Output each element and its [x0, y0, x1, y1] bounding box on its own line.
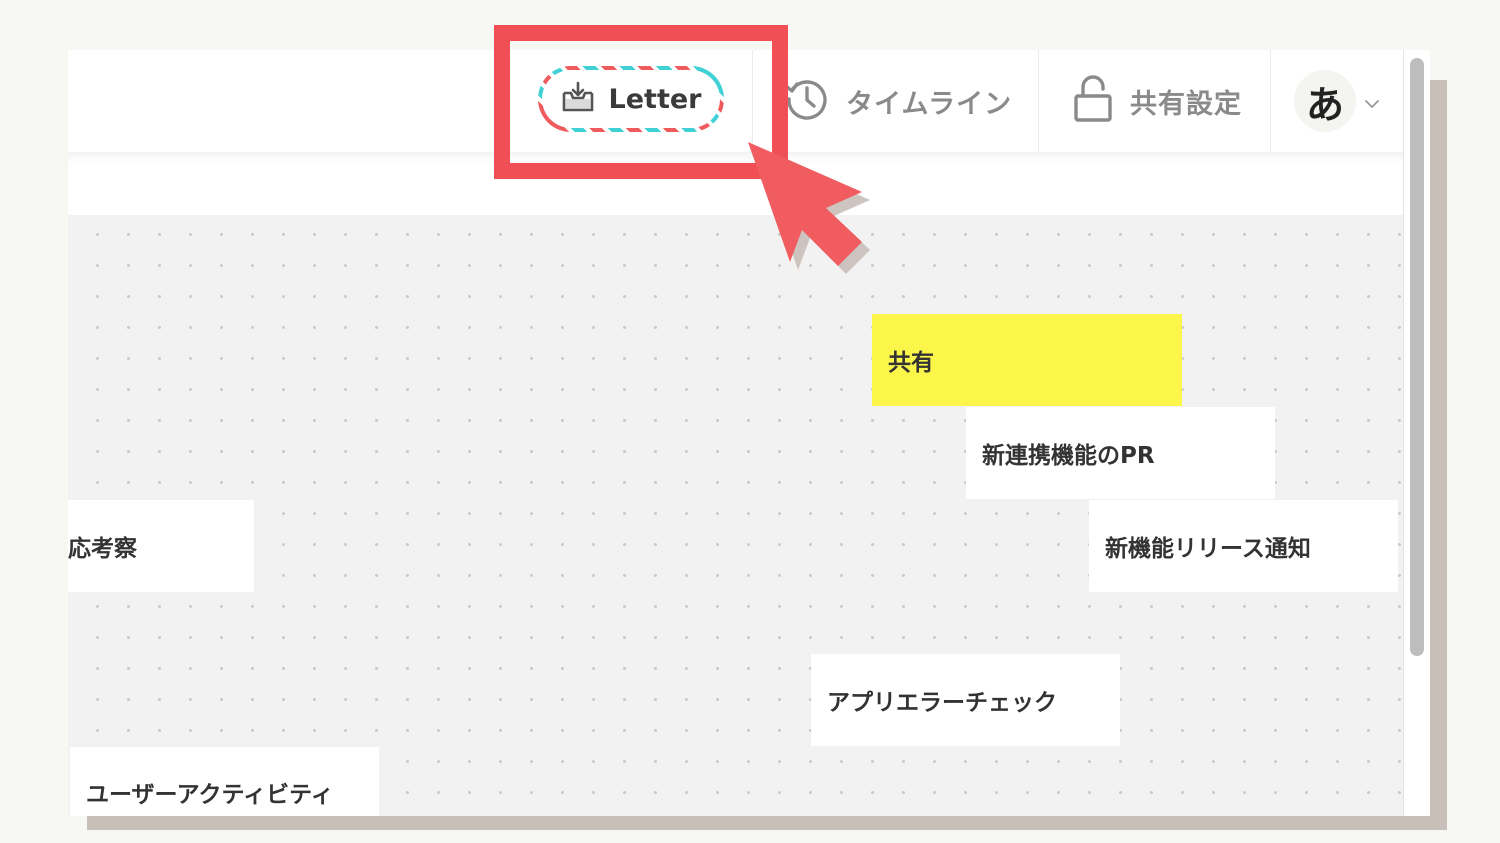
board-canvas[interactable]: 共有 新連携機能のPR 応考察 新機能リリース通知 アプリエラーチェック ユーザ…	[68, 215, 1403, 816]
toolbar-divider	[1270, 50, 1271, 152]
sticky-card[interactable]: 共有	[872, 314, 1182, 406]
vertical-scrollbar[interactable]	[1403, 50, 1430, 816]
sticky-card[interactable]: 新機能リリース通知	[1089, 500, 1398, 592]
chevron-down-icon[interactable]	[1365, 94, 1379, 113]
timeline-label: タイムライン	[846, 88, 1013, 120]
pointer-arrow-icon	[748, 142, 870, 274]
unlock-icon	[1072, 75, 1114, 127]
sticky-card[interactable]: 応考察	[68, 500, 254, 592]
timeline-button[interactable]: タイムライン	[784, 50, 1012, 152]
sticky-card[interactable]: アプリエラーチェック	[811, 654, 1120, 746]
share-settings-label: 共有設定	[1130, 88, 1242, 120]
scrollbar-thumb[interactable]	[1410, 58, 1424, 656]
share-settings-button[interactable]: 共有設定	[1072, 50, 1242, 152]
sticky-card[interactable]: ユーザーアクティビティ	[70, 747, 379, 816]
avatar[interactable]: あ	[1294, 70, 1356, 132]
clock-history-icon	[784, 76, 830, 126]
toolbar-divider	[1038, 50, 1039, 152]
sticky-card[interactable]: 新連携機能のPR	[966, 407, 1275, 499]
